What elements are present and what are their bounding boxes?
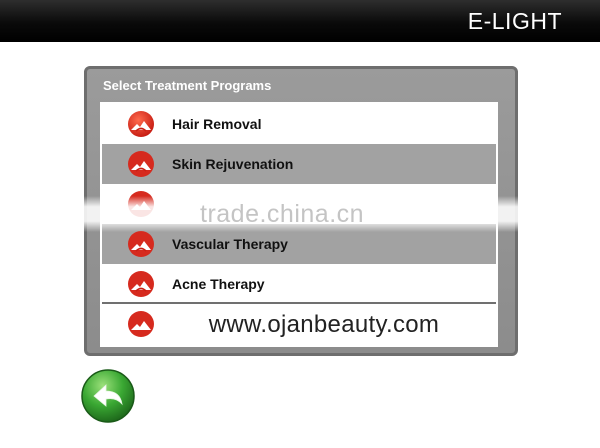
- treatment-item-hair-removal[interactable]: Hair Removal: [102, 104, 496, 144]
- back-arrow-icon: [81, 369, 135, 423]
- treatment-icon: [128, 111, 154, 137]
- url-overlay: www.ojanbeauty.com: [154, 306, 494, 344]
- url-text: www.ojanbeauty.com: [208, 311, 440, 338]
- treatment-label: Vascular Therapy: [172, 236, 288, 252]
- treatment-icon: [128, 271, 154, 297]
- app-title: E-LIGHT: [467, 8, 562, 34]
- treatment-icon: [128, 151, 154, 177]
- top-bar: E-LIGHT: [0, 0, 600, 42]
- treatment-label: Acne Therapy: [172, 276, 265, 292]
- treatment-label: Hair Removal: [172, 116, 262, 132]
- treatment-item-acne-therapy[interactable]: Acne Therapy: [102, 264, 496, 304]
- treatment-icon: [128, 231, 154, 257]
- treatment-label: Skin Rejuvenation: [172, 156, 294, 172]
- treatment-icon: [128, 311, 154, 337]
- treatment-item-skin-rejuvenation[interactable]: Skin Rejuvenation: [102, 144, 496, 184]
- back-button[interactable]: [80, 368, 136, 424]
- panel-title: Select Treatment Programs: [103, 78, 272, 93]
- watermark-text: trade.china.cn: [200, 200, 365, 228]
